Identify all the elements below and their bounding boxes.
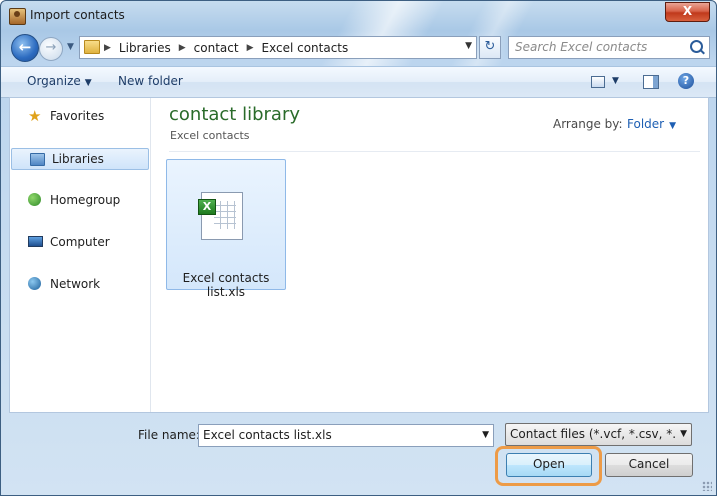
folder-icon (84, 40, 100, 54)
divider (169, 151, 700, 152)
sidebar-item-label: Favorites (50, 109, 105, 123)
organize-menu-button[interactable]: Organize ▼ (27, 74, 92, 88)
breadcrumb-excel-contacts[interactable]: Excel contacts (262, 41, 349, 55)
breadcrumb-arrow-icon[interactable]: ▶ (247, 43, 254, 53)
view-options-chevron-down-icon[interactable]: ▼ (612, 76, 619, 86)
arrange-by-value: Folder (627, 117, 665, 131)
breadcrumb-contact[interactable]: contact (194, 41, 239, 55)
star-icon: ★ (28, 107, 42, 125)
refresh-button[interactable]: ↻ (479, 36, 501, 59)
sidebar-item-label: Homegroup (50, 193, 121, 207)
file-item[interactable]: X Excel contacts list.xls (166, 159, 286, 299)
search-icon[interactable] (690, 40, 703, 53)
breadcrumb-arrow-icon[interactable]: ▶ (179, 43, 186, 53)
recent-locations-chevron-down-icon[interactable]: ▼ (67, 42, 74, 52)
new-folder-button[interactable]: New folder (118, 74, 183, 88)
chevron-down-icon: ▼ (84, 78, 92, 88)
homegroup-icon (28, 193, 41, 206)
chevron-down-icon: ▼ (680, 429, 687, 439)
window-title: Import contacts (30, 8, 125, 22)
excel-file-icon: X (198, 192, 243, 240)
arrange-by-label: Arrange by: (553, 117, 623, 131)
content-area: ★ Favorites Libraries Homegroup Computer… (9, 97, 709, 413)
sidebar-item-homegroup[interactable]: Homegroup (10, 190, 148, 210)
chevron-down-icon: ▼ (669, 121, 677, 131)
sidebar-item-label: Libraries (52, 152, 104, 166)
breadcrumb: ▶ Libraries ▶ contact ▶ Excel contacts (104, 37, 348, 58)
help-icon[interactable]: ? (678, 73, 694, 89)
file-type-select[interactable]: Contact files (*.vcf, *.csv, *.xls, * ▼ (505, 423, 692, 446)
navigation-pane: ★ Favorites Libraries Homegroup Computer… (10, 98, 151, 412)
file-name-field[interactable]: Excel contacts list.xls ▼ (198, 424, 494, 447)
breadcrumb-libraries[interactable]: Libraries (119, 41, 171, 55)
search-input[interactable]: Search Excel contacts (508, 36, 710, 59)
sidebar-item-network[interactable]: Network (10, 274, 148, 294)
file-list-pane: contact library Excel contacts Arrange b… (151, 98, 708, 412)
command-toolbar: Organize ▼ New folder ▼ ? (1, 66, 716, 98)
contacts-app-icon (9, 8, 26, 25)
organize-label: Organize (27, 74, 81, 88)
library-title: contact library (169, 104, 300, 125)
breadcrumb-arrow-icon[interactable]: ▶ (104, 43, 111, 53)
navigation-bar: ← → ▼ ▶ Libraries ▶ contact ▶ Excel cont… (1, 33, 716, 63)
sidebar-item-label: Computer (50, 235, 110, 249)
sidebar-item-label: Network (50, 277, 101, 291)
open-button[interactable]: Open (506, 453, 592, 477)
close-button[interactable]: X (665, 2, 710, 22)
file-name-value: Excel contacts list.xls (203, 428, 332, 442)
forward-button[interactable]: → (39, 37, 63, 61)
file-type-value: Contact files (*.vcf, *.csv, *.xls, * (510, 427, 676, 441)
address-bar[interactable]: ▶ Libraries ▶ contact ▶ Excel contacts ▼ (79, 36, 477, 59)
file-name-label: Excel contacts list.xls (182, 271, 270, 299)
network-icon (28, 277, 41, 290)
arrange-by-dropdown[interactable]: Folder ▼ (627, 117, 676, 131)
chevron-down-icon[interactable]: ▼ (482, 430, 489, 440)
computer-icon (28, 236, 43, 247)
preview-pane-icon[interactable] (643, 75, 659, 89)
import-contacts-dialog: Import contacts X ← → ▼ ▶ Libraries ▶ co… (0, 0, 717, 496)
sidebar-item-libraries[interactable]: Libraries (11, 148, 149, 170)
sidebar-item-favorites[interactable]: ★ Favorites (10, 106, 148, 126)
cancel-button[interactable]: Cancel (605, 453, 693, 477)
library-subtitle: Excel contacts (170, 129, 250, 142)
sidebar-item-computer[interactable]: Computer (10, 232, 148, 252)
back-button[interactable]: ← (11, 34, 39, 62)
address-dropdown-chevron-down-icon[interactable]: ▼ (465, 41, 472, 51)
dialog-footer: File name: Excel contacts list.xls ▼ Con… (1, 413, 716, 495)
resize-grip[interactable] (702, 481, 712, 491)
change-view-icon[interactable] (591, 76, 605, 88)
search-placeholder: Search Excel contacts (515, 40, 648, 54)
file-name-label: File name: (138, 428, 200, 442)
title-bar: Import contacts X (1, 1, 716, 31)
libraries-icon (30, 153, 45, 166)
excel-badge-icon: X (198, 199, 216, 215)
